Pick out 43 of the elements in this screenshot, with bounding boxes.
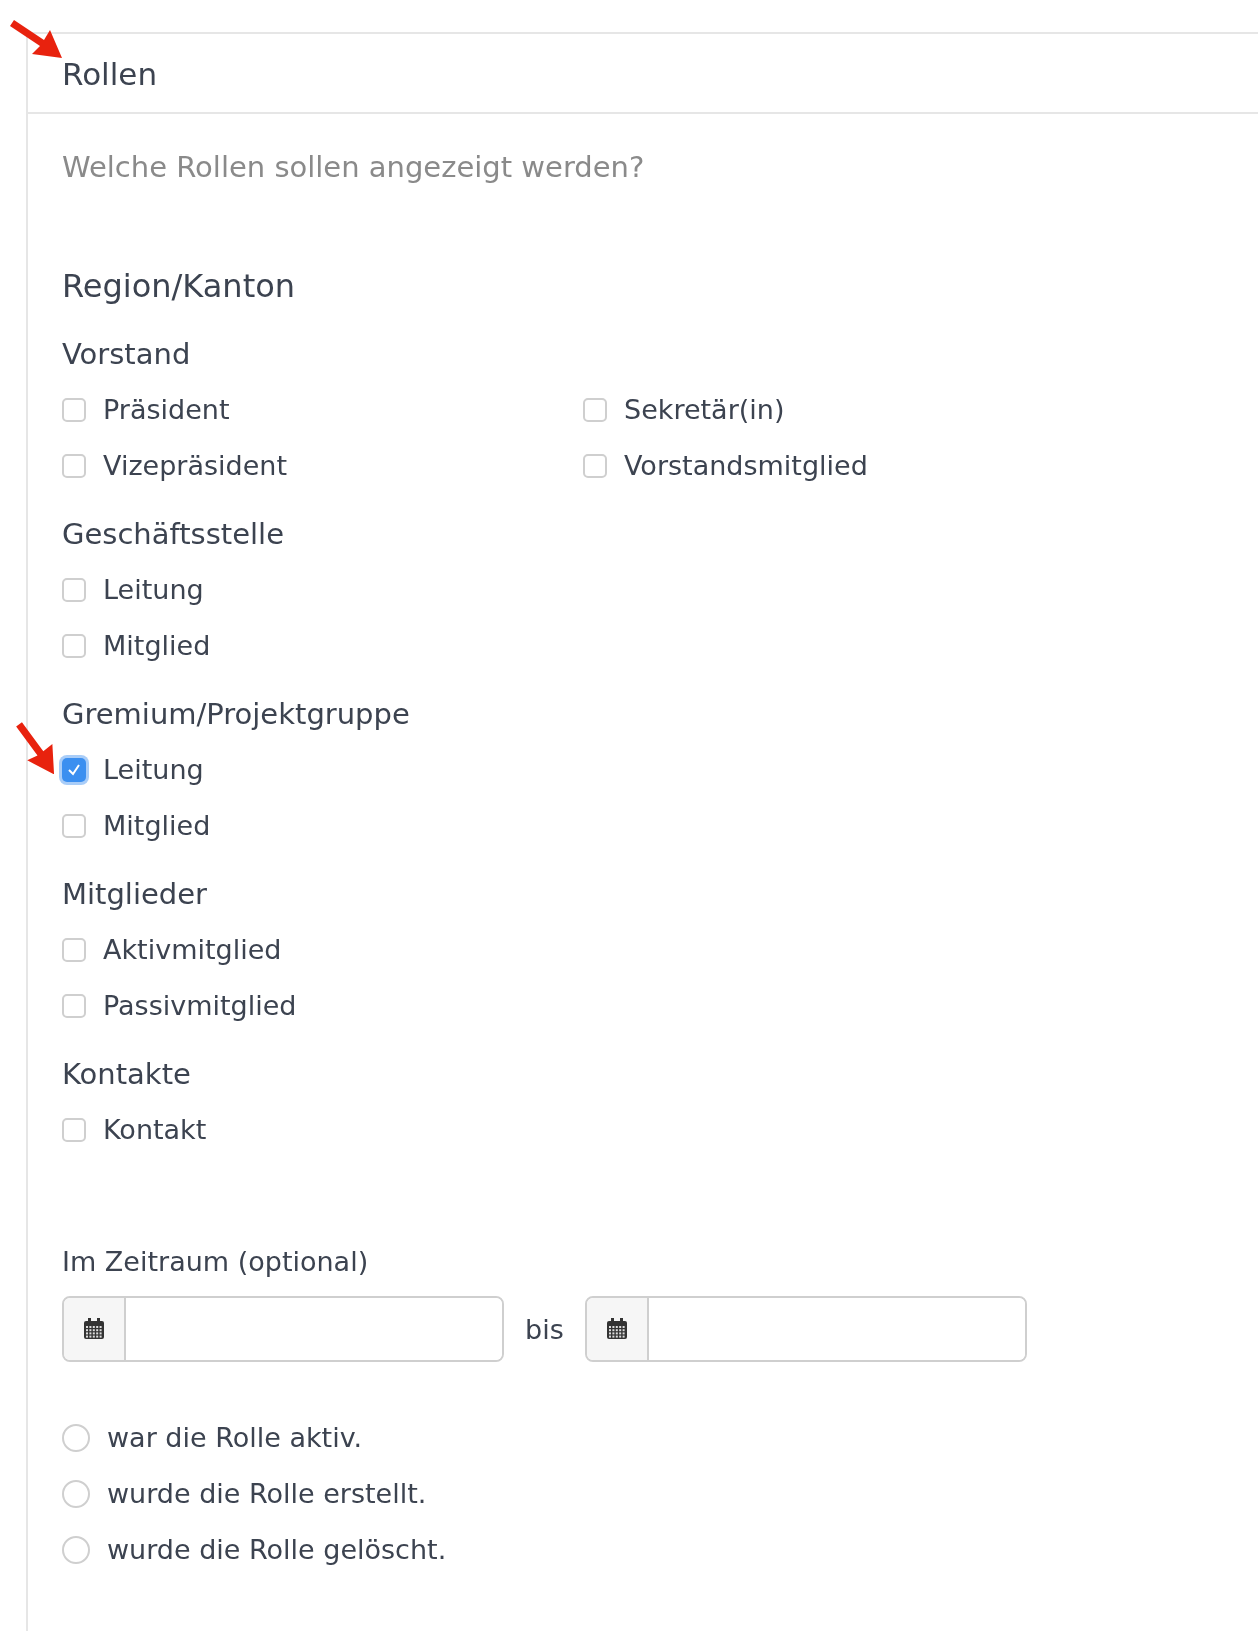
panel-title: Rollen <box>62 55 159 94</box>
radio-button[interactable] <box>62 1536 90 1564</box>
checkbox[interactable] <box>62 758 86 782</box>
checkbox-label: Vorstandsmitglied <box>624 449 868 483</box>
check-icon <box>66 762 82 778</box>
checkbox[interactable] <box>62 814 86 838</box>
radio-button[interactable] <box>62 1424 90 1452</box>
question-text: Welche Rollen sollen angezeigt werden? <box>62 149 646 186</box>
group-title: Mitglieder <box>62 876 208 913</box>
group-title: Kontakte <box>62 1056 192 1093</box>
group-title: Gremium/Projektgruppe <box>62 696 411 733</box>
checkbox-label: Kontakt <box>103 1113 207 1147</box>
checkbox-label: Präsident <box>103 393 230 427</box>
checkbox-label: Sekretär(in) <box>624 393 785 427</box>
checkbox-label: Mitglied <box>103 809 211 843</box>
calendar-icon <box>605 1318 628 1340</box>
calendar-icon <box>83 1318 105 1340</box>
date-field[interactable] <box>584 1296 1027 1362</box>
checkbox-label: Leitung <box>103 573 204 607</box>
group-title: Geschäftsstelle <box>62 516 285 553</box>
checkbox-label: Mitglied <box>103 629 211 663</box>
group-title: Vorstand <box>62 336 192 373</box>
checkbox[interactable] <box>62 454 86 478</box>
section-title: Region/Kanton <box>62 266 297 307</box>
checkbox-label: Vizepräsident <box>103 449 287 483</box>
checkbox[interactable] <box>62 634 86 658</box>
radio-label: war die Rolle aktiv. <box>107 1421 363 1455</box>
checkbox[interactable] <box>62 1118 86 1142</box>
checkbox[interactable] <box>62 938 86 962</box>
checkbox-label: Leitung <box>103 753 204 787</box>
checkbox[interactable] <box>62 994 86 1018</box>
checkbox[interactable] <box>583 398 607 422</box>
radio-button[interactable] <box>62 1480 90 1508</box>
separator-text: bis <box>524 1313 565 1345</box>
date-field[interactable] <box>62 1296 504 1362</box>
period-label: Im Zeitraum (optional) <box>62 1245 370 1279</box>
checkbox[interactable] <box>62 578 86 602</box>
checkbox[interactable] <box>62 398 86 422</box>
radio-label: wurde die Rolle gelöscht. <box>107 1533 447 1567</box>
checkbox-label: Passivmitglied <box>103 989 297 1023</box>
checkbox[interactable] <box>583 454 607 478</box>
radio-label: wurde die Rolle erstellt. <box>107 1477 427 1511</box>
checkbox-label: Aktivmitglied <box>103 933 282 967</box>
